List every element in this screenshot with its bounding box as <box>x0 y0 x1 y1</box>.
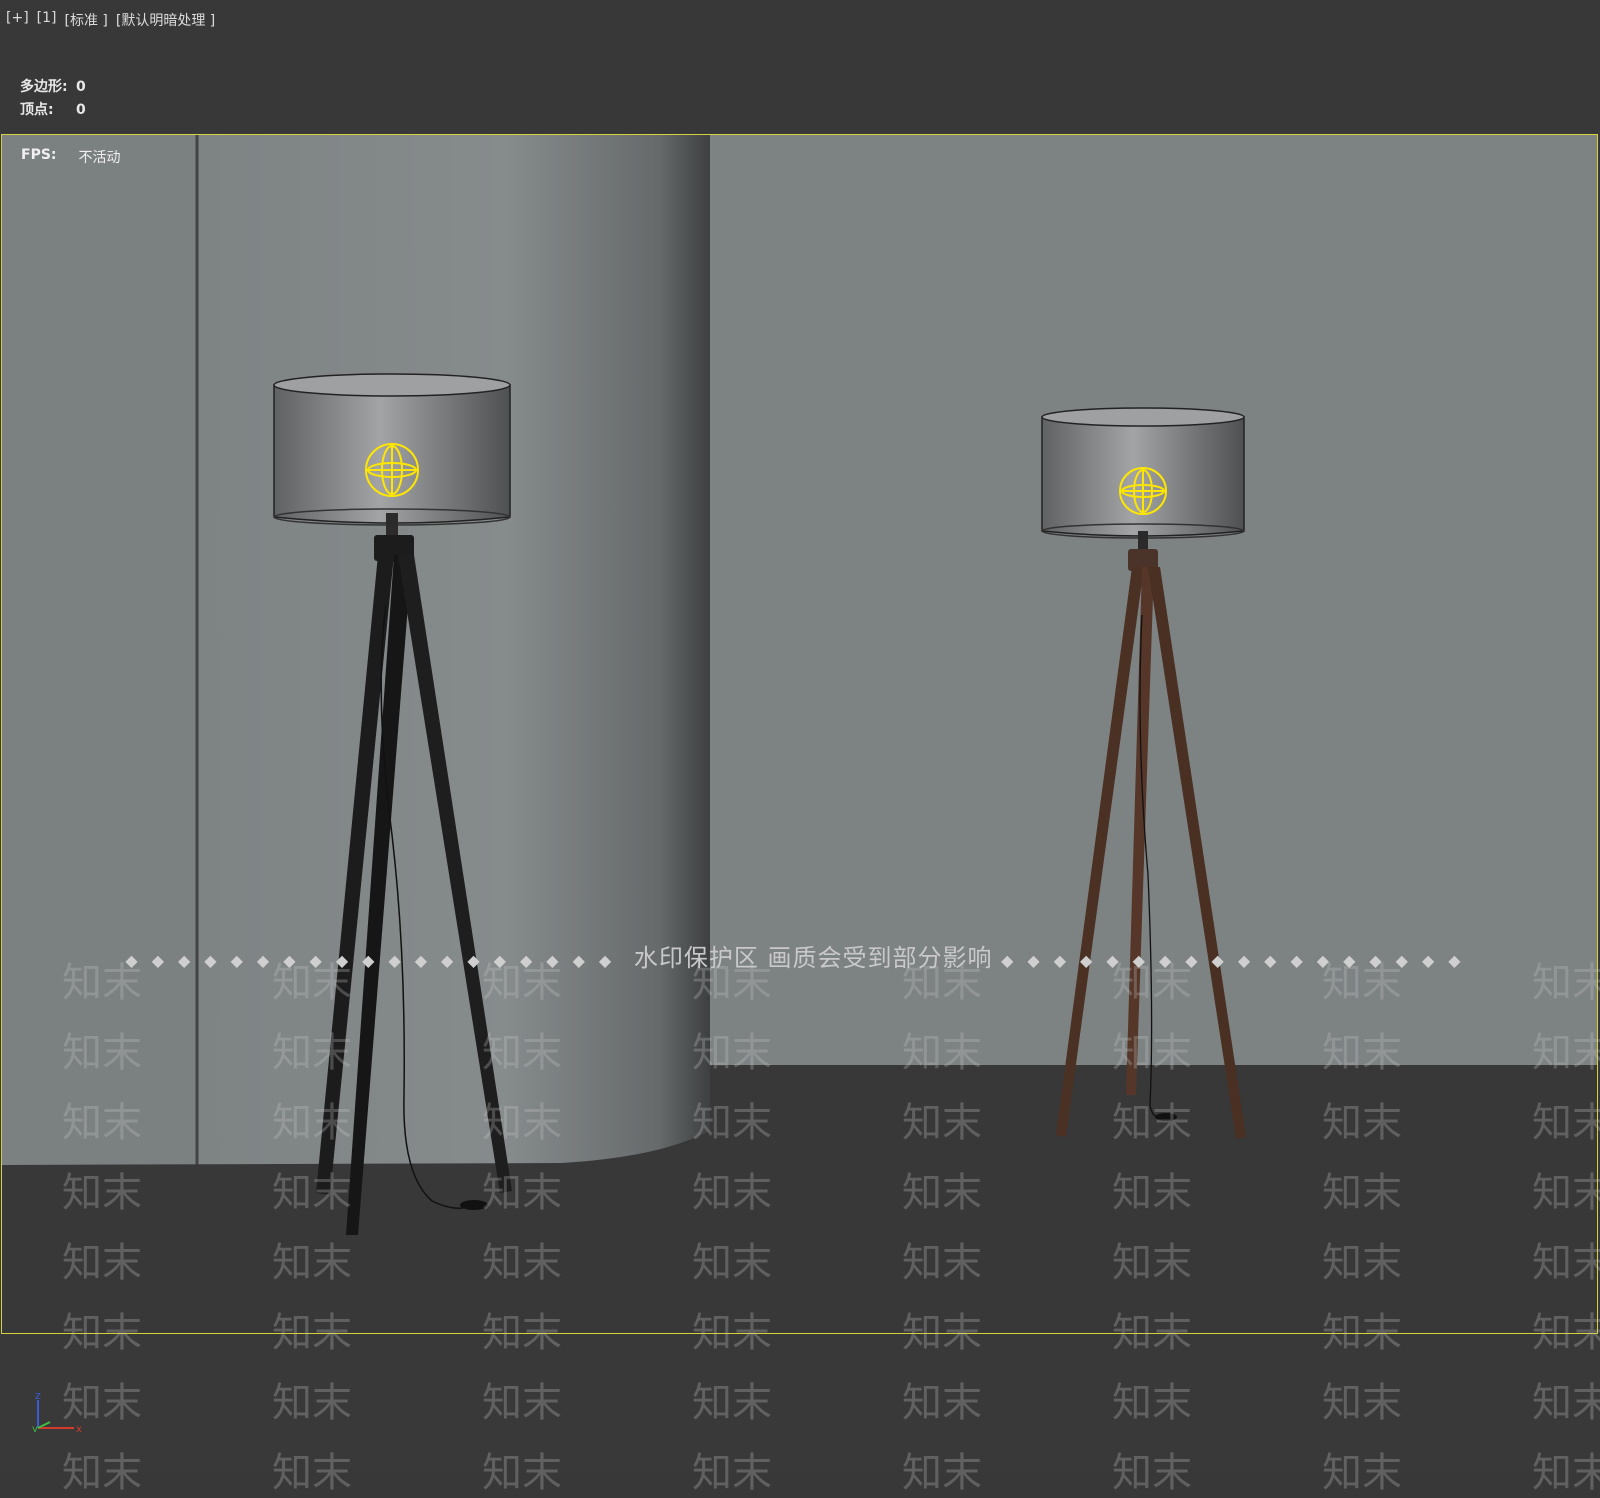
fps-label: FPS: <box>21 147 57 163</box>
light-gizmo-brown-lamp <box>1119 467 1167 515</box>
viewport-mode-menu[interactable]: [标准 ] <box>65 10 108 30</box>
viewport-shading-menu[interactable]: [默认明暗处理 ] <box>116 10 215 30</box>
viewport-lower-area <box>0 1334 1600 1470</box>
viewport-header: [+] [1] [标准 ] [默认明暗处理 ] 多边形: 0 顶点: 0 <box>0 0 1600 134</box>
viewport-view-menu[interactable]: [1] <box>37 10 57 30</box>
scene-statistics: 多边形: 0 顶点: 0 <box>20 76 86 122</box>
axis-y-label: y <box>32 1424 38 1432</box>
viewport-menu: [+] [1] [标准 ] [默认明暗处理 ] <box>6 10 215 30</box>
scene-render <box>2 135 1597 1333</box>
viewport-plus-menu[interactable]: [+] <box>6 10 29 30</box>
polygons-label: 多边形: <box>20 79 68 95</box>
light-gizmo-black-lamp <box>365 443 419 497</box>
fps-readout: FPS: 不活动 <box>21 147 121 167</box>
lamp-shade-top <box>273 373 511 397</box>
axis-x-label: x <box>76 1424 82 1432</box>
viewport-3d[interactable]: FPS: 不活动 <box>1 134 1598 1334</box>
fps-value: 不活动 <box>78 150 121 166</box>
curved-column <box>199 135 710 1165</box>
axis-z-label: z <box>35 1392 41 1402</box>
vertices-value: 0 <box>76 102 86 118</box>
vertices-label: 顶点: <box>20 102 54 118</box>
wall-panel-left <box>2 135 197 1165</box>
polygons-value: 0 <box>76 79 86 95</box>
axis-tripod-icon: z y x <box>32 1392 82 1432</box>
